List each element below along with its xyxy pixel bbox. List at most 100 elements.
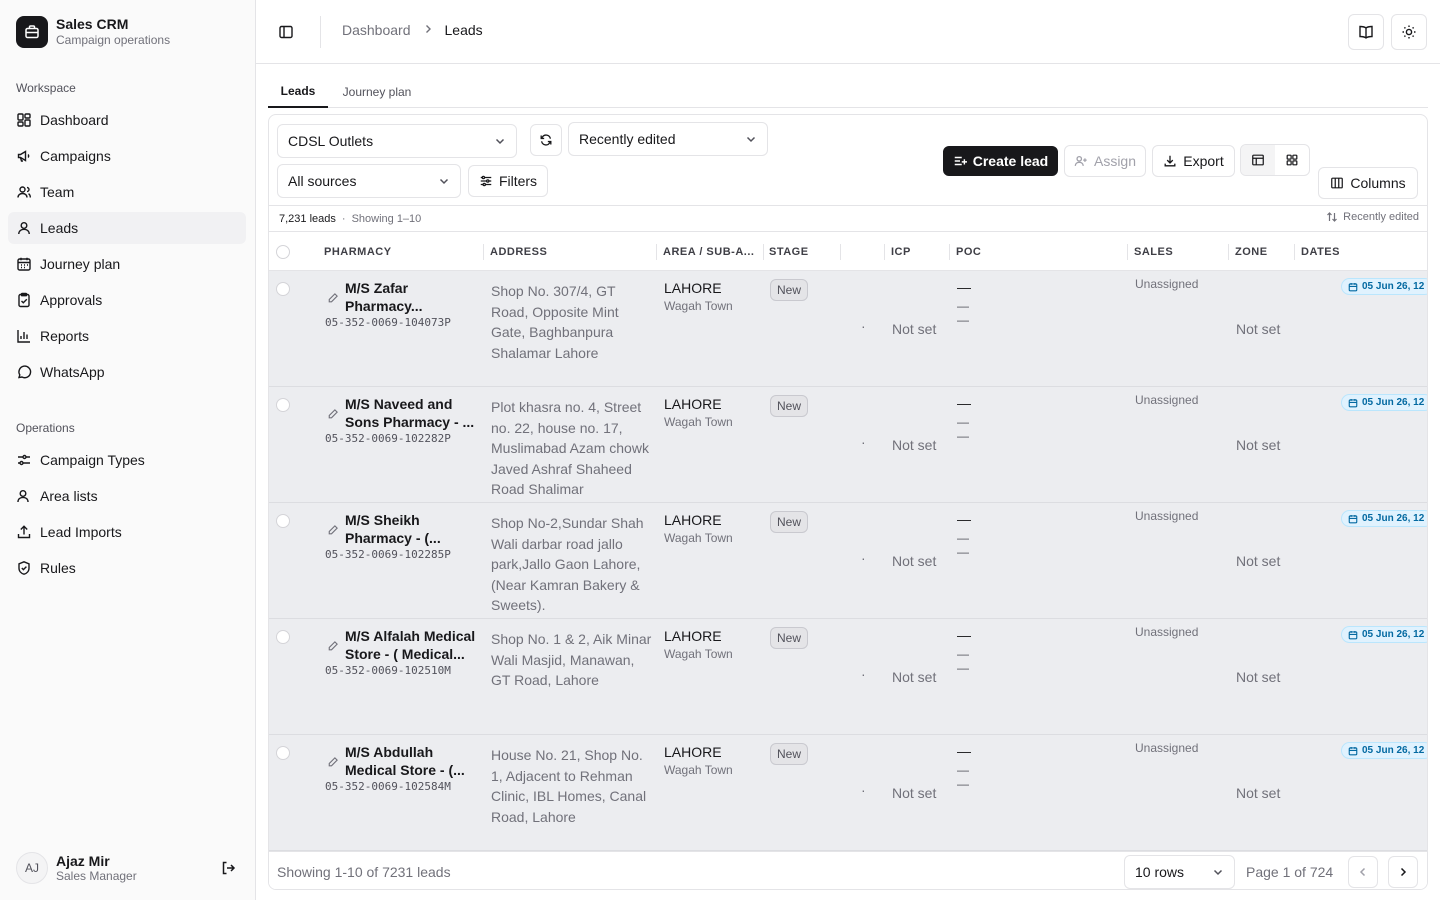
column-header-icp[interactable]: ICP [891,232,911,272]
export-button[interactable]: Export [1152,145,1235,177]
pharmacy-name[interactable]: M/S Naveed and Sons Pharmacy - ... [345,395,481,431]
sidebar-item-campaigns[interactable]: Campaigns [8,140,246,172]
sales-value[interactable]: Unassigned [1135,277,1198,291]
row-checkbox[interactable] [276,630,290,644]
sort-select[interactable]: Recently edited [568,122,768,156]
date-pill: 05 Jun 26, 12 [1341,278,1427,295]
refresh-button[interactable] [530,124,562,156]
pharmacy-code: 05-352-0069-102584M [325,780,451,793]
sidebar-item-lead-imports[interactable]: Lead Imports [8,516,246,548]
column-header-stage[interactable]: STAGE [769,232,809,272]
user-menu[interactable]: AJ Ajaz Mir Sales Manager [16,848,240,888]
chevron-right-icon [1397,866,1409,878]
row-checkbox[interactable] [276,282,290,296]
column-divider [656,244,657,260]
select-all-checkbox[interactable] [276,245,290,259]
sidebar-item-label: Dashboard [40,112,109,128]
date-pill: 05 Jun 26, 12 [1341,742,1427,759]
breadcrumb-dashboard[interactable]: Dashboard [342,22,411,38]
address: Shop No. 307/4, GT Road, Opposite Mint G… [491,283,619,361]
sidebar-item-dashboard[interactable]: Dashboard [8,104,246,136]
columns-button[interactable]: Columns [1318,167,1418,199]
team-icon [16,184,32,200]
edit-icon[interactable] [327,407,339,425]
assign-button[interactable]: Assign [1064,145,1146,177]
column-header-poc[interactable]: POC [956,232,981,272]
area: LAHORE [664,628,722,644]
poc-placeholder: — — [957,531,969,559]
row-checkbox[interactable] [276,514,290,528]
calendar-icon [1348,630,1358,640]
sidebar-item-campaign-types[interactable]: Campaign Types [8,444,246,476]
logout-icon[interactable] [216,856,240,880]
status-dot: · [861,550,866,566]
breadcrumb-leads: Leads [444,22,483,38]
sidebar-item-rules[interactable]: Rules [8,552,246,584]
column-divider [1294,244,1295,260]
rows-per-page-value: 10 rows [1135,864,1185,880]
sales-value[interactable]: Unassigned [1135,509,1198,523]
poc-value: — [957,627,971,643]
prev-page-button[interactable] [1348,856,1378,888]
sidebar-item-journey-plan[interactable]: Journey plan [8,248,246,280]
edit-icon[interactable] [327,523,339,541]
column-header-address[interactable]: ADDRESS [490,232,547,272]
source-select[interactable]: All sources [277,164,461,198]
sidebar-item-area-lists[interactable]: Area lists [8,480,246,512]
sidebar-item-approvals[interactable]: Approvals [8,284,246,316]
user-plus-icon [1074,154,1088,168]
table-row[interactable]: M/S Sheikh Pharmacy - (... 05-352-0069-1… [269,503,1427,619]
calendar-icon [1348,514,1358,524]
sidebar-item-team[interactable]: Team [8,176,246,208]
tab-journey-plan[interactable]: Journey plan [332,76,422,108]
theme-toggle-button[interactable] [1391,14,1427,50]
icp-value: Not set [892,553,937,569]
book-open-icon [1358,24,1374,40]
brand[interactable]: Sales CRM Campaign operations [16,16,170,48]
edit-icon[interactable] [327,639,339,657]
sidebar-toggle-icon[interactable] [272,18,300,46]
lead-count: 7,231 leads [279,212,336,225]
row-checkbox[interactable] [276,398,290,412]
column-header-zone[interactable]: ZONE [1235,232,1268,272]
table-row[interactable]: M/S Alfalah Medical Store - ( Medical...… [269,619,1427,735]
icp-value: Not set [892,437,937,453]
sales-value[interactable]: Unassigned [1135,393,1198,407]
grid-view-icon[interactable] [1275,145,1309,175]
table-row[interactable]: M/S Naveed and Sons Pharmacy - ... 05-35… [269,387,1427,503]
column-header-area[interactable]: AREA / SUB-A... [663,232,754,272]
row-checkbox[interactable] [276,746,290,760]
edit-icon[interactable] [327,755,339,773]
pharmacy-name[interactable]: M/S Zafar Pharmacy... [345,279,481,315]
sidebar-item-label: Area lists [40,488,98,504]
dashboard-icon [16,112,32,128]
table-view-icon[interactable] [1241,145,1275,175]
sales-value[interactable]: Unassigned [1135,625,1198,639]
campaign-select[interactable]: CDSL Outlets [277,124,517,158]
create-lead-button[interactable]: Create lead [943,146,1058,176]
pharmacy-name[interactable]: M/S Abdullah Medical Store - (... [345,743,481,779]
docs-button[interactable] [1348,14,1384,50]
column-header-dates[interactable]: DATES [1301,232,1340,272]
sales-value[interactable]: Unassigned [1135,741,1198,755]
sidebar-item-whatsapp[interactable]: WhatsApp [8,356,246,388]
next-page-button[interactable] [1388,856,1418,888]
column-divider [1127,244,1128,260]
edit-icon[interactable] [327,291,339,309]
pharmacy-name[interactable]: M/S Alfalah Medical Store - ( Medical... [345,627,481,663]
column-header-pharmacy[interactable]: PHARMACY [324,232,392,272]
sidebar-item-leads[interactable]: Leads [8,212,246,244]
sub-area: Wagah Town [664,299,733,313]
page-indicator: Page 1 of 724 [1246,864,1334,880]
rows-per-page-select[interactable]: 10 rows [1124,855,1235,889]
table-row[interactable]: M/S Zafar Pharmacy... 05-352-0069-104073… [269,271,1427,387]
refresh-icon [539,133,553,147]
tab-leads[interactable]: Leads [268,76,328,108]
pharmacy-name[interactable]: M/S Sheikh Pharmacy - (... [345,511,481,547]
upload-icon [16,524,32,540]
column-header-sales[interactable]: SALES [1134,232,1173,272]
filters-button[interactable]: Filters [468,165,548,197]
sort-indicator[interactable]: Recently edited [1326,211,1419,223]
sidebar-item-reports[interactable]: Reports [8,320,246,352]
table-row[interactable]: M/S Abdullah Medical Store - (... 05-352… [269,735,1427,851]
